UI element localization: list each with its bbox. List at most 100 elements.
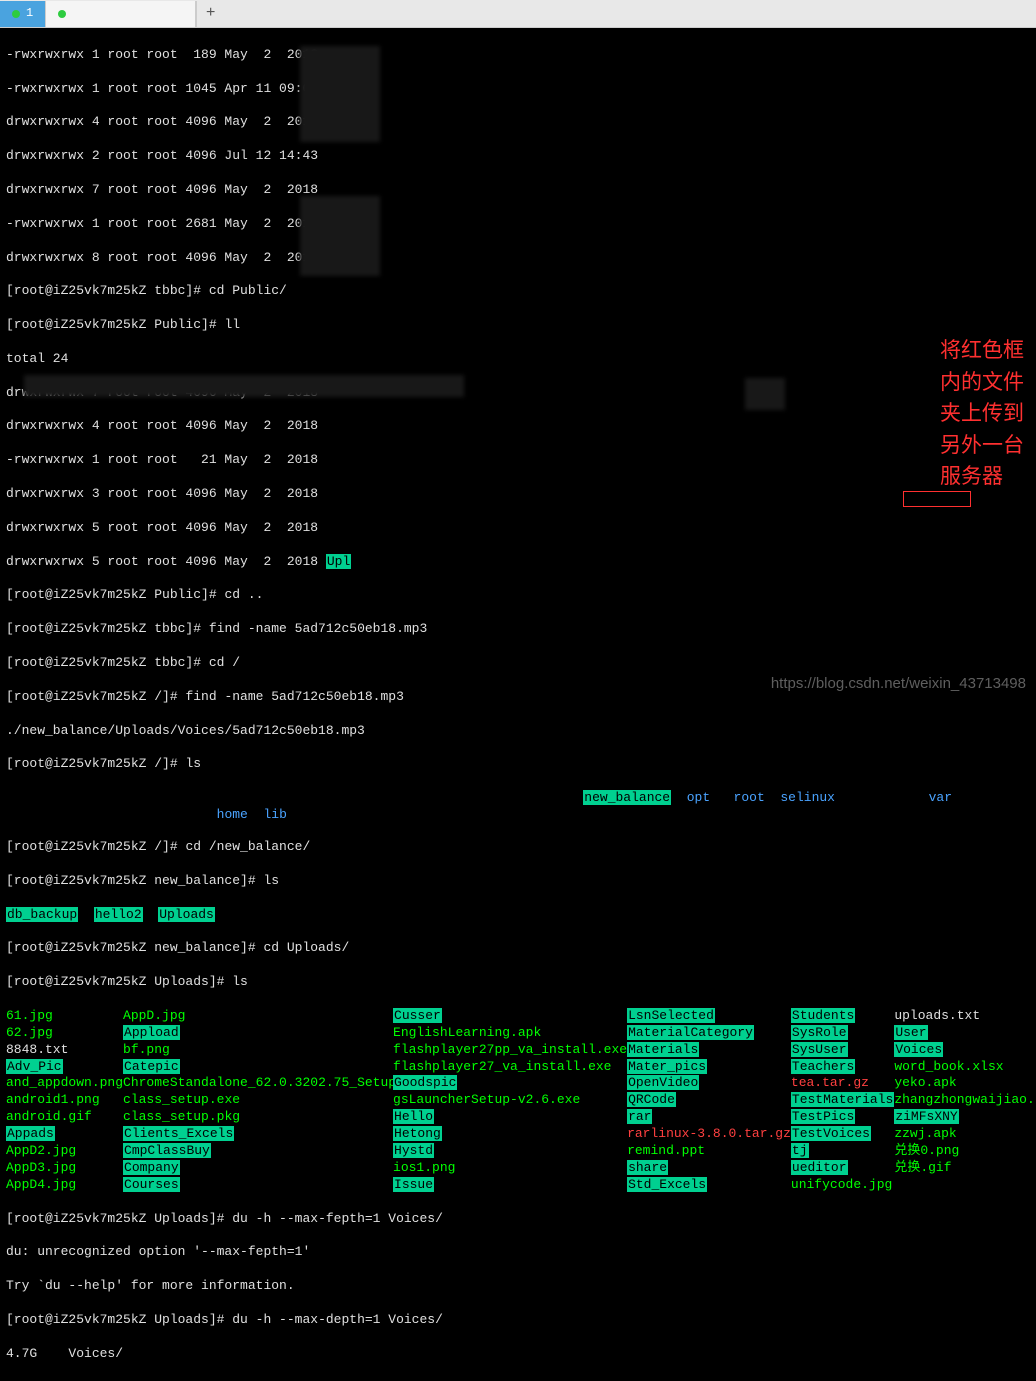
tab-1[interactable]: 1 (0, 1, 46, 27)
file-entry: SysRole (791, 1025, 894, 1042)
file-entry: Voices (894, 1042, 1034, 1059)
file-entry: 61.jpg (6, 1008, 123, 1025)
file-entry: Appads (6, 1126, 123, 1143)
ls-line: drwxrwxrwx 3 root root 4096 May 2 2018 (6, 486, 1030, 503)
status-dot-icon (12, 10, 20, 18)
file-entry: share (627, 1160, 791, 1177)
prompt-line: [root@iZ25vk7m25kZ new_balance]# ls (6, 873, 1030, 890)
file-entry: Cusser (393, 1008, 627, 1025)
prompt-line: [root@iZ25vk7m25kZ Uploads]# du -h --max… (6, 1211, 1030, 1228)
file-entry: uploads.txt (894, 1008, 1034, 1025)
file-entry: ziMFsXNY (894, 1109, 1034, 1126)
file-entry: android1.png (6, 1092, 123, 1109)
file-entry: AppD4.jpg (6, 1177, 123, 1194)
file-entry: rarlinux-3.8.0.tar.gz (627, 1126, 791, 1143)
ls-line: drwxrwxrwx 2 root root 4096 Jul 12 14:43 (6, 148, 1030, 165)
file-entry: EnglishLearning.apk (393, 1025, 627, 1042)
ls-line: -rwxrwxrwx 1 root root 1045 Apr 11 09:06 (6, 81, 1030, 98)
file-entry: AppD3.jpg (6, 1160, 123, 1177)
file-entry: 兑换.gif (894, 1160, 1034, 1177)
file-entry: Materials (627, 1042, 791, 1059)
file-entry: yeko.apk (894, 1075, 1034, 1092)
file-entry: Company (123, 1160, 393, 1177)
status-dot-icon (58, 10, 66, 18)
file-entry: OpenVideo (627, 1075, 791, 1092)
error-line: du: unrecognized option '--max-fepth=1' (6, 1244, 1030, 1261)
prompt-line: [root@iZ25vk7m25kZ /]# ls (6, 756, 1030, 773)
new-tab-button[interactable]: + (196, 1, 224, 27)
file-entry: MaterialCategory (627, 1025, 791, 1042)
file-entry: TestPics (791, 1109, 894, 1126)
tab-bar: 1 + (0, 0, 1036, 28)
file-entry: Issue (393, 1177, 627, 1194)
file-entry: AppD.jpg (123, 1008, 393, 1025)
file-entry: ueditor (791, 1160, 894, 1177)
file-entry: Goodspic (393, 1075, 627, 1092)
file-entry: LsnSelected (627, 1008, 791, 1025)
file-entry: rar (627, 1109, 791, 1126)
file-entry: SysUser (791, 1042, 894, 1059)
prompt-line: [root@iZ25vk7m25kZ /]# cd /new_balance/ (6, 839, 1030, 856)
file-entry: Catepic (123, 1059, 393, 1076)
file-entry: Adv_Pic (6, 1059, 123, 1076)
ls-output: new_balance opt root selinux var home li… (6, 790, 1030, 822)
file-entry: unifycode.jpg (791, 1177, 894, 1194)
ls-line: drwxrwxrwx 7 root root 4096 May 2 2018 (6, 182, 1030, 199)
file-entry: gsLauncherSetup-v2.6.exe (393, 1092, 627, 1109)
ls-line: drwxrwxrwx 5 root root 4096 May 2 2018 U… (6, 554, 1030, 571)
prompt-line: [root@iZ25vk7m25kZ Public]# cd .. (6, 587, 1030, 604)
file-entry: TestMaterials (791, 1092, 894, 1109)
file-entry: Std_Excels (627, 1177, 791, 1194)
file-entry: TestVoices (791, 1126, 894, 1143)
file-entry: flashplayer27_va_install.exe (393, 1059, 627, 1076)
file-entry: 62.jpg (6, 1025, 123, 1042)
tab-label: 1 (26, 6, 33, 22)
file-entry: QRCode (627, 1092, 791, 1109)
file-entry: AppD2.jpg (6, 1143, 123, 1160)
error-line: Try `du --help' for more information. (6, 1278, 1030, 1295)
file-entry: User (894, 1025, 1034, 1042)
file-entry: Teachers (791, 1059, 894, 1076)
ls-line: drwxrwxrwx 4 root root 4096 May 2 2018 (6, 418, 1030, 435)
file-entry: flashplayer27pp_va_install.exe (393, 1042, 627, 1059)
file-entry: Courses (123, 1177, 393, 1194)
prompt-line: [root@iZ25vk7m25kZ new_balance]# cd Uplo… (6, 940, 1030, 957)
terminal[interactable]: -rwxrwxrwx 1 root root 189 May 2 2018 -r… (0, 28, 1036, 1381)
ls-line: -rwxrwxrwx 1 root root 2681 May 2 2018 (6, 216, 1030, 233)
file-entry: word_book.xlsx (894, 1059, 1034, 1076)
file-entry: ChromeStandalone_62.0.3202.75_Setup.exe (123, 1075, 393, 1092)
output-line: ./new_balance/Uploads/Voices/5ad712c50eb… (6, 723, 1030, 740)
file-entry (894, 1177, 1034, 1193)
tab-2[interactable] (46, 1, 196, 27)
watermark: https://blog.csdn.net/weixin_43713498 (771, 674, 1026, 694)
file-entry: Students (791, 1008, 894, 1025)
uploads-listing: 61.jpg62.jpg8848.txtAdv_Picand_appdown.p… (6, 1008, 1030, 1194)
ls-line: -rwxrwxrwx 1 root root 189 May 2 2018 (6, 47, 1030, 64)
file-entry: Hello (393, 1109, 627, 1126)
file-entry: zhangzhongwaijiao. (894, 1092, 1034, 1109)
file-entry: CmpClassBuy (123, 1143, 393, 1160)
file-entry: Hetong (393, 1126, 627, 1143)
prompt-line: [root@iZ25vk7m25kZ tbbc]# cd / (6, 655, 1030, 672)
ls-line: drwxrwxrwx 8 root root 4096 May 2 2018 (6, 250, 1030, 267)
file-entry: remind.ppt (627, 1143, 791, 1160)
prompt-line: [root@iZ25vk7m25kZ tbbc]# cd Public/ (6, 283, 1030, 300)
ls-line: -rwxrwxrwx 1 root root 21 May 2 2018 (6, 452, 1030, 469)
file-entry: Appload (123, 1025, 393, 1042)
file-entry: 8848.txt (6, 1042, 123, 1059)
file-entry: tj (791, 1143, 894, 1160)
ls-line: drwxrwxrwx 4 root root 4096 May 2 2018 (6, 114, 1030, 131)
output-line: total 24 (6, 351, 1030, 368)
ls-line: drwxrwxrwx 5 root root 4096 May 2 2018 (6, 520, 1030, 537)
prompt-line: [root@iZ25vk7m25kZ tbbc]# find -name 5ad… (6, 621, 1030, 638)
file-entry: bf.png (123, 1042, 393, 1059)
file-entry: and_appdown.png (6, 1075, 123, 1092)
file-entry: class_setup.exe (123, 1092, 393, 1109)
file-entry: 兑换0.png (894, 1143, 1034, 1160)
ls-output: db_backup hello2 Uploads (6, 907, 1030, 924)
file-entry: zzwj.apk (894, 1126, 1034, 1143)
annotation-text: 将红色框 内的文件 夹上传到 另外一台 服务器 (940, 335, 1024, 493)
file-entry: android.gif (6, 1109, 123, 1126)
file-entry: ios1.png (393, 1160, 627, 1177)
prompt-line: [root@iZ25vk7m25kZ Uploads]# du -h --max… (6, 1312, 1030, 1329)
